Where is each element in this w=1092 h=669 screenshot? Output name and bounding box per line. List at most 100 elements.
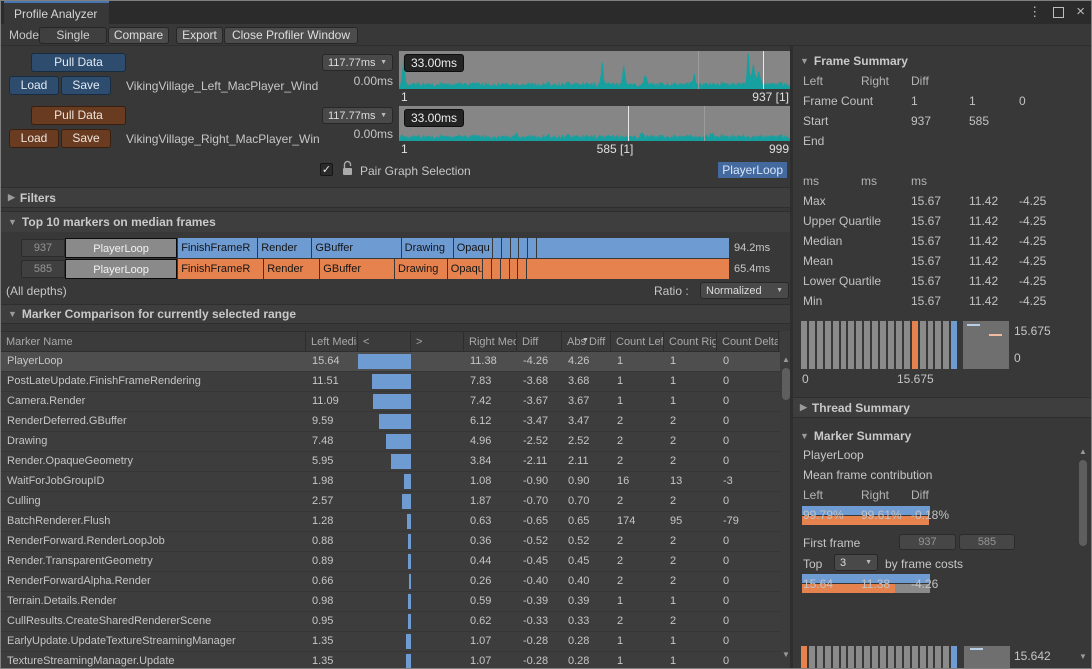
- ratio-dropdown[interactable]: Normalized▼: [700, 282, 789, 299]
- marker-summary-header[interactable]: ▼ Marker Summary: [793, 426, 1092, 446]
- table-row[interactable]: RenderForward.RenderLoopJob0.880.36-0.52…: [1, 532, 780, 552]
- frame-summary-header[interactable]: ▼ Frame Summary: [793, 51, 1092, 71]
- scroll-up-icon[interactable]: ▲: [1077, 446, 1089, 458]
- first-frame-left-button[interactable]: 937: [899, 534, 956, 550]
- top10-bar-segment[interactable]: [518, 259, 526, 279]
- pair-graph-selection-checkbox[interactable]: ✓: [320, 163, 333, 176]
- thread-summary-header[interactable]: ▶ Thread Summary: [793, 397, 1092, 418]
- marker-comparison-section-header[interactable]: ▼ Marker Comparison for currently select…: [1, 304, 790, 324]
- table-row[interactable]: Drawing7.484.96-2.522.52220: [1, 432, 780, 452]
- top10-bar-segment[interactable]: [493, 238, 501, 258]
- summary-cell: [1019, 134, 1075, 150]
- frame-histogram[interactable]: [801, 321, 957, 369]
- right-frame-graph[interactable]: 33.00ms: [399, 106, 790, 141]
- table-row[interactable]: TextureStreamingManager.Update1.351.07-0…: [1, 652, 780, 669]
- cell-value: 1: [611, 372, 664, 391]
- table-row[interactable]: PlayerLoop15.6411.38-4.264.26110: [1, 352, 780, 372]
- table-row[interactable]: Render.TransparentGeometry0.890.44-0.450…: [1, 552, 780, 572]
- top10-bar-segment[interactable]: FinishFrameR: [178, 259, 263, 279]
- top10-bar-segment[interactable]: [527, 259, 729, 279]
- selected-marker-chip[interactable]: PlayerLoop: [718, 162, 787, 178]
- top10-bar-segment[interactable]: PlayerLoop: [65, 238, 177, 258]
- top10-bar-segment[interactable]: Render: [264, 259, 319, 279]
- pull-data-right-button[interactable]: Pull Data: [31, 106, 126, 125]
- table-row[interactable]: RenderDeferred.GBuffer9.596.12-3.473.472…: [1, 412, 780, 432]
- save-right-button[interactable]: Save: [61, 129, 111, 148]
- top10-bar-segment[interactable]: [519, 238, 527, 258]
- mode-single-button[interactable]: Single: [39, 27, 107, 44]
- table-row[interactable]: PostLateUpdate.FinishFrameRendering11.51…: [1, 372, 780, 392]
- pull-data-left-button[interactable]: Pull Data: [31, 53, 126, 72]
- column-header-left-median[interactable]: Left Median: [306, 332, 358, 351]
- column-header-abs-diff[interactable]: Abs Diff▼: [562, 332, 611, 351]
- panel-divider[interactable]: [790, 46, 793, 669]
- save-left-button[interactable]: Save: [61, 76, 111, 95]
- top10-bar-segment[interactable]: [492, 259, 500, 279]
- kebab-menu-icon[interactable]: ⋮: [1028, 4, 1041, 20]
- table-row[interactable]: WaitForJobGroupID1.981.08-0.900.901613-3: [1, 472, 780, 492]
- selected-frame-line[interactable]: [763, 51, 764, 89]
- first-frame-right-button[interactable]: 585: [959, 534, 1015, 550]
- column-header--[interactable]: <: [358, 332, 411, 351]
- tab-profile-analyzer[interactable]: Profile Analyzer: [4, 1, 109, 24]
- top10-bar-segment[interactable]: Drawing: [395, 259, 447, 279]
- top10-bar-segment[interactable]: [510, 259, 518, 279]
- summary-cell: 11.42: [969, 274, 1019, 290]
- right-range-dropdown[interactable]: 117.77ms▼: [322, 107, 393, 124]
- column-header-marker-name[interactable]: Marker Name: [1, 332, 306, 351]
- close-profiler-window-button[interactable]: Close Profiler Window: [224, 27, 358, 44]
- top10-frame-number[interactable]: 585: [21, 260, 65, 278]
- table-row[interactable]: Culling2.571.87-0.700.70220: [1, 492, 780, 512]
- left-range-dropdown[interactable]: 117.77ms▼: [322, 54, 393, 71]
- marker-histogram[interactable]: [801, 646, 957, 669]
- cell-value: 2: [664, 412, 717, 431]
- column-header-count-left[interactable]: Count Left: [611, 332, 664, 351]
- close-icon[interactable]: ×: [1076, 4, 1085, 20]
- table-row[interactable]: Terrain.Details.Render0.980.59-0.390.391…: [1, 592, 780, 612]
- filters-section-header[interactable]: ▶ Filters: [1, 187, 790, 208]
- selected-frame-line[interactable]: [628, 106, 629, 141]
- table-row[interactable]: RenderForwardAlpha.Render0.660.26-0.400.…: [1, 572, 780, 592]
- table-row[interactable]: Camera.Render11.097.42-3.673.67110: [1, 392, 780, 412]
- top10-bar-segment[interactable]: Drawing: [402, 238, 453, 258]
- top-n-dropdown[interactable]: 3▼: [834, 554, 878, 571]
- mode-compare-button[interactable]: Compare: [108, 27, 169, 44]
- top10-bar-segment[interactable]: Render: [258, 238, 311, 258]
- column-header-diff[interactable]: Diff: [517, 332, 562, 351]
- top10-bar-segment[interactable]: Opaqu: [448, 259, 482, 279]
- column-header-count-delta[interactable]: Count Delta: [717, 332, 779, 351]
- summary-cell: 99.61%: [861, 508, 911, 524]
- top10-bar-segment[interactable]: [511, 238, 519, 258]
- top10-section-header[interactable]: ▼ Top 10 markers on median frames: [1, 211, 790, 232]
- unlock-icon[interactable]: [341, 160, 354, 176]
- summary-cell: 11.42: [969, 294, 1019, 310]
- column-header-count-right[interactable]: Count Right: [664, 332, 717, 351]
- left-graph-axis-end: 937 [1]: [641, 90, 789, 106]
- top10-bar-segment[interactable]: [502, 238, 510, 258]
- top10-bar-segment[interactable]: [501, 259, 509, 279]
- left-frame-graph[interactable]: 33.00ms: [399, 51, 790, 89]
- load-right-button[interactable]: Load: [9, 129, 59, 148]
- cell-value: 7.42: [464, 392, 517, 411]
- table-row[interactable]: Render.OpaqueGeometry5.953.84-2.112.1122…: [1, 452, 780, 472]
- column-header--[interactable]: >: [411, 332, 464, 351]
- right-panel-scrollbar[interactable]: ▲ ▼: [1077, 446, 1089, 669]
- load-left-button[interactable]: Load: [9, 76, 59, 95]
- scroll-down-icon[interactable]: ▼: [1077, 651, 1089, 663]
- top10-frame-number[interactable]: 937: [21, 239, 65, 257]
- top10-bar-segment[interactable]: GBuffer: [312, 238, 400, 258]
- top10-bar-segment[interactable]: Opaqu: [454, 238, 492, 258]
- top10-bar-segment[interactable]: [528, 238, 536, 258]
- table-row[interactable]: CullResults.CreateSharedRendererScene0.9…: [1, 612, 780, 632]
- top10-bar-segment[interactable]: FinishFrameR: [178, 238, 257, 258]
- table-row[interactable]: EarlyUpdate.UpdateTextureStreamingManage…: [1, 632, 780, 652]
- export-button[interactable]: Export: [176, 27, 223, 44]
- top10-bar-segment[interactable]: PlayerLoop: [65, 259, 177, 279]
- top10-bar-segment[interactable]: [483, 259, 491, 279]
- maximize-icon[interactable]: [1053, 7, 1064, 18]
- table-row[interactable]: BatchRenderer.Flush1.280.63-0.650.651749…: [1, 512, 780, 532]
- table-scrollbar-thumb[interactable]: [782, 368, 790, 400]
- top10-bar-segment[interactable]: [537, 238, 729, 258]
- column-header-right-median[interactable]: Right Median: [464, 332, 517, 351]
- top10-bar-segment[interactable]: GBuffer: [320, 259, 394, 279]
